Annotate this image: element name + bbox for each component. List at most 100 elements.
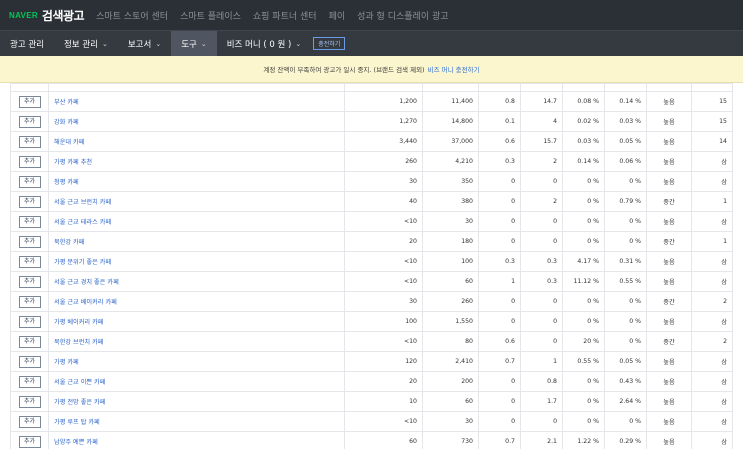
- nav-info-management[interactable]: 정보 관리 ⌄: [54, 31, 118, 57]
- keyword-cell[interactable]: 가평 분위기 좋은 카페: [48, 251, 345, 272]
- add-keyword-button[interactable]: 추가: [18, 435, 41, 448]
- keyword-cell[interactable]: 가평 카페: [48, 351, 345, 372]
- competition-cell: 높음: [646, 351, 692, 372]
- keyword-cell[interactable]: 해운대 카페: [48, 131, 345, 152]
- add-keyword-button[interactable]: 추가: [18, 355, 41, 368]
- mobile-ctr-cell: 0.31 %: [604, 251, 647, 272]
- add-keyword-button[interactable]: 추가: [18, 315, 41, 328]
- charge-button[interactable]: 충전하기: [313, 37, 346, 50]
- keyword-cell[interactable]: 남양주 예쁜 카페: [48, 431, 345, 449]
- keyword-cell[interactable]: 북한강 카페: [48, 231, 345, 252]
- keyword-cell[interactable]: 서울 근교 경치 좋은 카페: [48, 271, 345, 292]
- searchad-title[interactable]: 검색광고: [42, 7, 85, 24]
- add-keyword-button[interactable]: 추가: [18, 115, 41, 128]
- add-keyword-button[interactable]: 추가: [18, 195, 41, 208]
- keyword-cell[interactable]: 가평 카페 추천: [48, 151, 345, 172]
- add-keyword-button[interactable]: 추가: [18, 235, 41, 248]
- pc-ctr-cell: 11.12 %: [562, 271, 605, 292]
- keyword-cell[interactable]: 서울 근교 베이커리 카페: [48, 291, 345, 312]
- mobile-ctr-cell: 0 %: [604, 231, 647, 252]
- mobile-ctr-cell: 0.05 %: [604, 351, 647, 372]
- chevron-down-icon: ⌄: [200, 39, 207, 48]
- keyword-cell[interactable]: 가평 베이커리 카페: [48, 311, 345, 332]
- add-keyword-button[interactable]: 추가: [18, 295, 41, 308]
- nav-bizmoney[interactable]: 비즈 머니 ( 0 원 ) ⌄: [217, 31, 312, 57]
- competition-cell: 높음: [646, 151, 692, 172]
- add-keyword-button[interactable]: 추가: [18, 415, 41, 428]
- top-link-smartplace[interactable]: 스마트 플레이스: [180, 9, 241, 22]
- mobile-searches-cell: 14,800: [422, 111, 479, 132]
- pc-ctr-cell: 0 %: [562, 391, 605, 412]
- top-link-smartstore[interactable]: 스마트 스토어 센터: [96, 9, 168, 22]
- pc-ctr-cell: 20 %: [562, 331, 605, 352]
- balance-notice-banner: 계정 잔액이 부족하여 광고가 일시 중지. (브랜드 검색 제외) 비즈 머니…: [0, 56, 743, 83]
- ad-count-cell: 삼: [691, 171, 733, 192]
- top-link-pay[interactable]: 페이: [329, 9, 346, 22]
- mobile-clicks-cell: 1: [520, 351, 563, 372]
- nav-ad-management[interactable]: 광고 관리: [0, 31, 54, 57]
- pc-clicks-cell: 0.6: [478, 131, 521, 152]
- main-nav: 광고 관리 정보 관리 ⌄ 보고서 ⌄ 도구 ⌄ 비즈 머니 ( 0 원 ) ⌄…: [0, 30, 743, 57]
- nav-reports[interactable]: 보고서 ⌄: [118, 31, 171, 57]
- competition-cell: 높음: [646, 371, 692, 392]
- keyword-cell[interactable]: 북한강 브런치 카페: [48, 331, 345, 352]
- add-keyword-button[interactable]: 추가: [18, 395, 41, 408]
- pc-clicks-cell: 0.6: [478, 331, 521, 352]
- pc-ctr-cell: 0 %: [562, 191, 605, 212]
- pc-clicks-cell: 0: [478, 191, 521, 212]
- add-keyword-button[interactable]: 추가: [18, 155, 41, 168]
- top-link-display-ad[interactable]: 성과 형 디스플레이 광고: [357, 9, 448, 22]
- keyword-cell[interactable]: 청평 카페: [48, 171, 345, 192]
- pc-clicks-cell: 1: [478, 271, 521, 292]
- pc-ctr-cell: 0.02 %: [562, 111, 605, 132]
- mobile-ctr-cell: 0 %: [604, 311, 647, 332]
- charge-bizmoney-link[interactable]: 비즈 머니 충전하기: [428, 64, 480, 74]
- add-keyword-button[interactable]: 추가: [18, 135, 41, 148]
- pc-clicks-cell: 0: [478, 371, 521, 392]
- add-keyword-button[interactable]: 추가: [18, 215, 41, 228]
- mobile-ctr-cell: 0.05 %: [604, 131, 647, 152]
- keyword-cell[interactable]: 부산 카페: [48, 91, 345, 112]
- chevron-down-icon: ⌄: [101, 39, 108, 48]
- table-row: 추가 서울 근교 베이커리 카페 30 260 0 0 0 % 0 % 중간 2: [10, 291, 733, 312]
- pc-searches-cell: 3,440: [344, 131, 423, 152]
- competition-cell: 높음: [646, 271, 692, 292]
- mobile-ctr-cell: 0 %: [604, 411, 647, 432]
- pc-clicks-cell: 0: [478, 311, 521, 332]
- add-keyword-button[interactable]: 추가: [18, 335, 41, 348]
- mobile-searches-cell: 37,000: [422, 131, 479, 152]
- competition-cell: 중간: [646, 231, 692, 252]
- pc-searches-cell: 40: [344, 191, 423, 212]
- mobile-searches-cell: 30: [422, 211, 479, 232]
- add-keyword-button[interactable]: 추가: [18, 255, 41, 268]
- pc-searches-cell: 20: [344, 371, 423, 392]
- mobile-ctr-cell: 0 %: [604, 291, 647, 312]
- keyword-cell[interactable]: 서울 근교 브런치 카페: [48, 191, 345, 212]
- ad-count-cell: 2: [691, 331, 733, 352]
- top-link-shopping-partner[interactable]: 쇼핑 파트너 센터: [253, 9, 317, 22]
- ad-count-cell: 삼: [691, 211, 733, 232]
- pc-searches-cell: 60: [344, 431, 423, 449]
- pc-searches-cell: 20: [344, 231, 423, 252]
- keyword-table-container[interactable]: 추가 부산 카페 1,200 11,400 0.8 14.7 0.08 % 0.14 % 높음 1…: [0, 83, 743, 449]
- add-keyword-button[interactable]: 추가: [18, 375, 41, 388]
- mobile-clicks-cell: 2: [520, 151, 563, 172]
- keyword-cell[interactable]: 서울 근교 테라스 카페: [48, 211, 345, 232]
- notice-text: 계정 잔액이 부족하여 광고가 일시 중지. (브랜드 검색 제외): [263, 66, 425, 74]
- keyword-cell[interactable]: 가평 전망 좋은 카페: [48, 391, 345, 412]
- competition-cell: 높음: [646, 171, 692, 192]
- keyword-cell[interactable]: 강화 카페: [48, 111, 345, 132]
- add-keyword-button[interactable]: 추가: [18, 175, 41, 188]
- add-keyword-button[interactable]: 추가: [18, 95, 41, 108]
- competition-cell: 높음: [646, 251, 692, 272]
- mobile-ctr-cell: 0.29 %: [604, 431, 647, 449]
- add-keyword-button[interactable]: 추가: [18, 275, 41, 288]
- keyword-cell[interactable]: 가평 루프 탑 카페: [48, 411, 345, 432]
- keyword-cell[interactable]: 서울 근교 이쁜 카페: [48, 371, 345, 392]
- pc-ctr-cell: 0 %: [562, 231, 605, 252]
- ad-count-cell: 삼: [691, 411, 733, 432]
- table-row: 추가 서울 근교 브런치 카페 40 380 0 2 0 % 0.79 % 중간 1: [10, 191, 733, 212]
- table-row: 추가 가평 분위기 좋은 카페 <10 100 0.3 0.3 4.17 % 0.31 % 높음…: [10, 251, 733, 272]
- nav-tools[interactable]: 도구 ⌄: [171, 30, 217, 57]
- naver-logo[interactable]: NAVER: [9, 11, 38, 20]
